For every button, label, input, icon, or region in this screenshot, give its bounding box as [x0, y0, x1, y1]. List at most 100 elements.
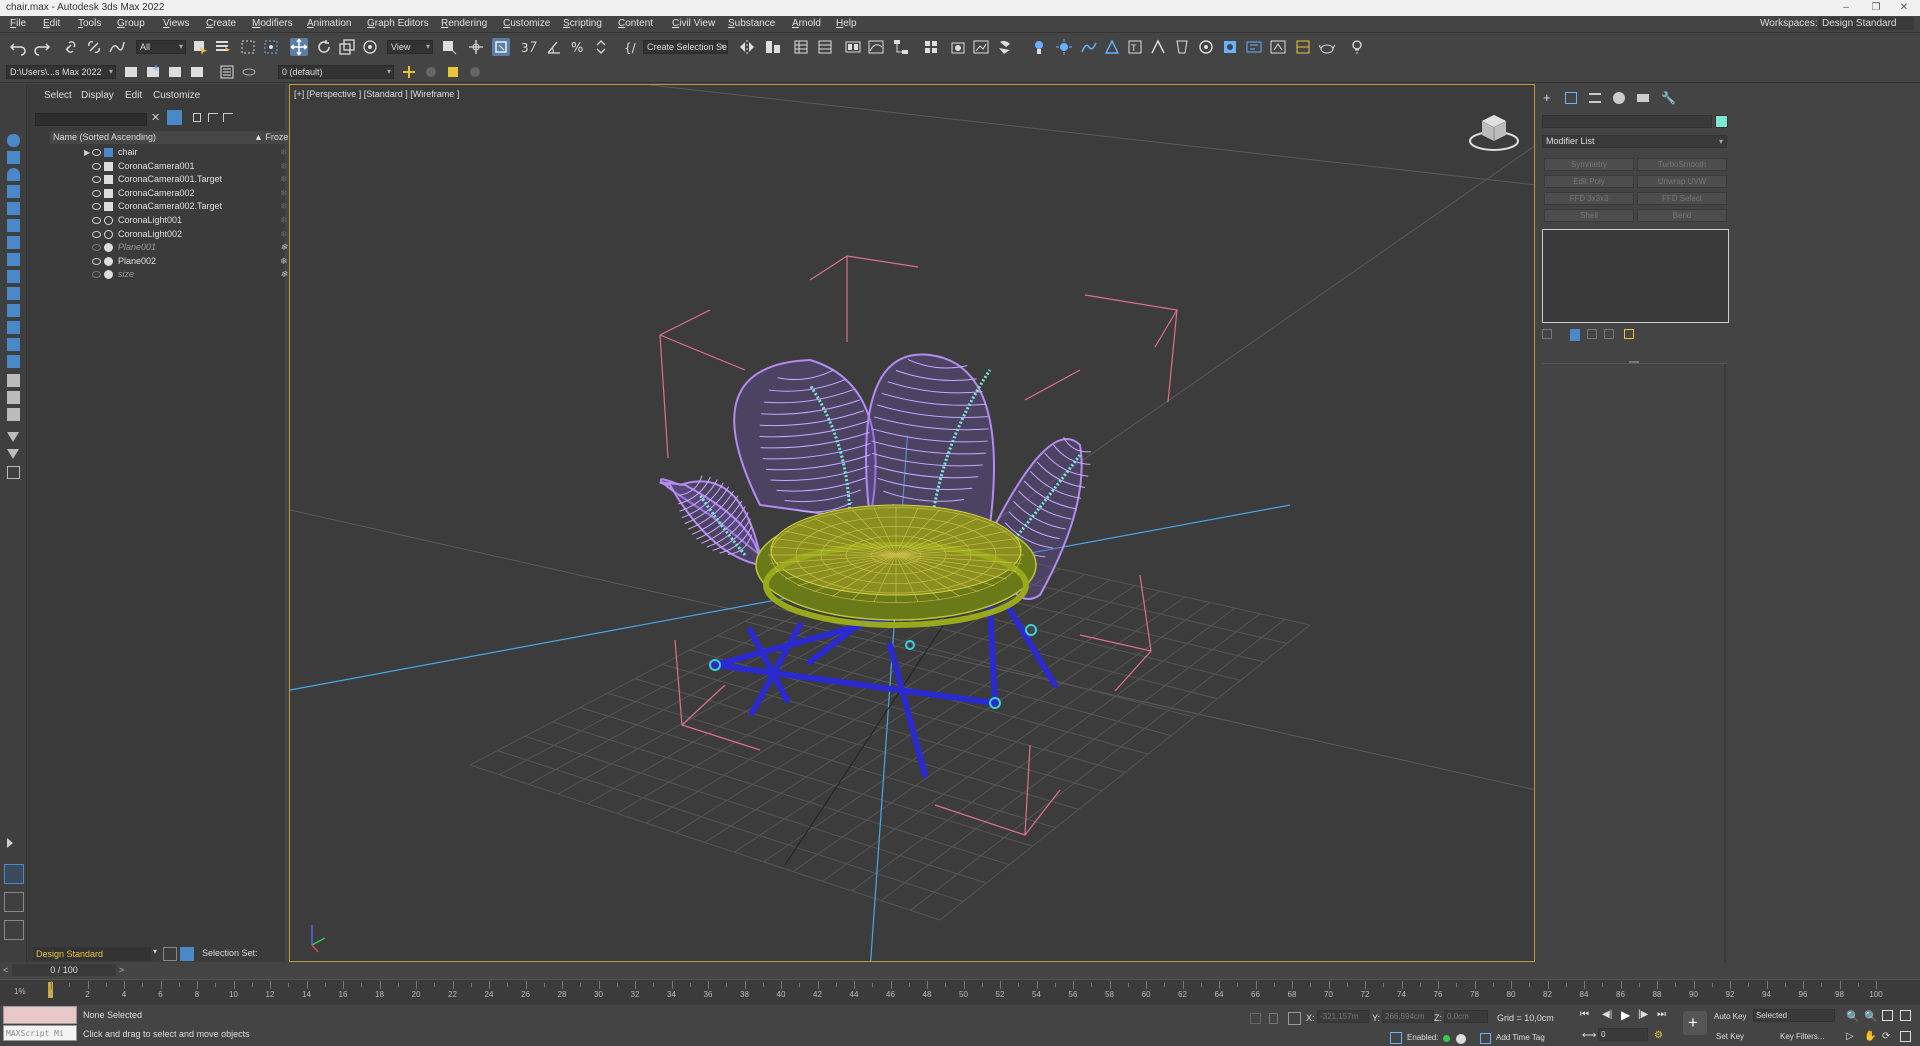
viewport-layout-icon[interactable] — [4, 864, 24, 884]
menu-animation[interactable]: Animation — [307, 18, 351, 29]
filter-advanced-icon[interactable] — [7, 449, 19, 459]
display-all-icon[interactable] — [7, 134, 20, 147]
x-coordinate-field[interactable]: -321,157m — [1317, 1010, 1369, 1023]
absolute-mode-icon[interactable] — [1288, 1012, 1301, 1025]
menu-modifiers[interactable]: Modifiers — [252, 18, 293, 29]
menu-substance[interactable]: Substance — [728, 18, 775, 29]
mirror-icon[interactable] — [738, 38, 756, 56]
maxscript-listener[interactable] — [3, 1006, 77, 1024]
workspace-selector[interactable]: Design Standard — [33, 947, 151, 961]
frozen-toggle-icon[interactable]: ❄ — [280, 160, 288, 173]
menu-arnold[interactable]: Arnold — [792, 18, 821, 29]
display-groups-icon[interactable] — [7, 253, 20, 266]
layer-render-icon[interactable] — [444, 63, 462, 81]
selection-filter-dropdown[interactable]: All — [136, 40, 186, 54]
sun-positioner-icon[interactable] — [1055, 38, 1073, 56]
visibility-eye-icon[interactable] — [92, 257, 101, 265]
key-filters-button[interactable]: Key Filters... — [1780, 1032, 1824, 1041]
timeline-zoom-label[interactable]: 1% — [14, 987, 26, 996]
teapot-icon[interactable] — [1318, 38, 1336, 56]
filter-toggle-icon[interactable] — [167, 110, 182, 125]
time-configuration-icon[interactable]: ⚙ — [1654, 1030, 1663, 1041]
explorer-header[interactable]: Name (Sorted Ascending) ▲ Frozen — [50, 131, 310, 144]
layers-toggle-icon[interactable] — [163, 947, 177, 961]
bind-space-warp-icon[interactable] — [108, 38, 126, 56]
modifier-button-shell[interactable]: Shell — [1544, 209, 1634, 222]
particle-icon[interactable] — [1080, 38, 1098, 56]
render-production-icon[interactable] — [996, 38, 1014, 56]
perspective-viewport[interactable]: [+] [Perspective ] [Standard ] [Wirefram… — [289, 84, 1535, 962]
frozen-toggle-icon[interactable]: ❄ — [280, 241, 288, 254]
explorer-row[interactable]: CoronaLight001 ❄ — [50, 214, 310, 227]
unlink-icon[interactable] — [85, 38, 103, 56]
display-cameras-icon[interactable] — [7, 202, 20, 215]
frozen-column-header[interactable]: ▲ Frozen — [254, 131, 293, 144]
frozen-toggle-icon[interactable]: ❄ — [280, 173, 288, 186]
render-setup-icon[interactable] — [949, 38, 967, 56]
toggle-scene-explorer-icon[interactable] — [792, 38, 810, 56]
panel-scrollbar[interactable] — [1724, 364, 1726, 964]
modifier-button-ffd-select[interactable]: FFD Select — [1637, 192, 1727, 205]
frozen-toggle-icon[interactable]: ❄ — [280, 255, 288, 268]
display-geometry-icon[interactable] — [7, 151, 20, 164]
visibility-eye-icon[interactable] — [92, 189, 101, 197]
explorer-menu-customize[interactable]: Customize — [153, 90, 200, 101]
display-shapes-icon[interactable] — [7, 168, 20, 181]
zoom-all-icon[interactable]: 🔍 — [1864, 1010, 1878, 1023]
layer-new-icon[interactable] — [144, 63, 162, 81]
frame-buffer-icon[interactable] — [1245, 38, 1263, 56]
place-icon[interactable] — [361, 38, 379, 56]
layer-hierarchy-icon[interactable] — [223, 113, 233, 122]
menu-tools[interactable]: Tools — [78, 18, 101, 29]
project-path-dropdown[interactable]: D:\Users\...s Max 2022 — [6, 65, 116, 79]
menu-help[interactable]: Help — [836, 18, 857, 29]
object-color-swatch[interactable] — [1715, 115, 1728, 128]
timeline-track[interactable]: 1% 0 2 4 6 8 10 12 14 16 18 20 22 24 26 28 30 32 34 36 38 40… — [0, 979, 1920, 1005]
explorer-menu-display[interactable]: Display — [81, 90, 114, 101]
prev-frame-arrow-icon[interactable]: < — [3, 965, 8, 975]
visibility-eye-icon[interactable] — [92, 271, 101, 279]
z-coordinate-field[interactable]: 0,0cm — [1444, 1010, 1488, 1023]
explorer-row[interactable]: CoronaCamera002 ❄ — [50, 187, 310, 200]
modifier-stack[interactable] — [1542, 229, 1729, 323]
invert-display-icon[interactable] — [7, 466, 20, 479]
undo-icon[interactable] — [9, 38, 27, 56]
text-panel-icon[interactable]: T — [1126, 38, 1144, 56]
percent-snap-icon[interactable]: % — [569, 38, 587, 56]
visibility-eye-icon[interactable] — [92, 203, 101, 211]
display-influences-icon[interactable] — [7, 391, 20, 404]
visibility-eye-icon[interactable] — [92, 176, 101, 184]
layer-select-icon[interactable] — [188, 63, 206, 81]
layer-add-icon[interactable] — [166, 63, 184, 81]
substance-icon[interactable] — [1197, 38, 1215, 56]
maximize-viewport-icon[interactable] — [1900, 1031, 1911, 1042]
corona-converter-icon[interactable] — [1294, 38, 1312, 56]
panel-grip-icon[interactable] — [1629, 361, 1639, 363]
arnold-icon[interactable] — [1149, 38, 1167, 56]
previous-frame-icon[interactable]: ◀| — [1602, 1009, 1612, 1020]
current-layer-dropdown[interactable]: 0 (default) — [278, 65, 394, 79]
angle-snap-icon[interactable] — [545, 38, 563, 56]
menu-customize[interactable]: Customize — [503, 18, 550, 29]
explorer-row[interactable]: size ❄ — [50, 268, 310, 281]
viewport-label[interactable]: [+] [Perspective ] [Standard ] [Wirefram… — [294, 89, 459, 99]
visibility-eye-icon[interactable] — [92, 162, 101, 170]
enabled-status-icon[interactable] — [1443, 1035, 1450, 1042]
minimize-icon[interactable]: – — [1832, 0, 1860, 16]
window-crossing-icon[interactable] — [262, 38, 280, 56]
modifier-button-edit-poly[interactable]: Edit Poly — [1544, 175, 1634, 188]
go-to-start-icon[interactable]: ⏮ — [1580, 1009, 1589, 1020]
corona-interactive-icon[interactable] — [1269, 38, 1287, 56]
visibility-eye-icon[interactable] — [92, 217, 101, 224]
adaptive-degradation-icon[interactable] — [1390, 1032, 1402, 1044]
isolate-selection-icon[interactable] — [1250, 1013, 1261, 1024]
menu-group[interactable]: Group — [117, 18, 145, 29]
visibility-eye-icon[interactable] — [92, 230, 101, 238]
expand-arrow-icon[interactable]: ▶ — [84, 146, 90, 159]
workspaces-value[interactable]: Design Standard — [1818, 17, 1914, 30]
hierarchy-tab-icon[interactable] — [1589, 93, 1601, 103]
display-bones-icon[interactable] — [7, 287, 20, 300]
hierarchy-icon[interactable] — [208, 113, 218, 122]
menu-edit[interactable]: Edit — [43, 18, 60, 29]
explorer-row[interactable]: CoronaCamera001.Target ❄ — [50, 173, 310, 186]
